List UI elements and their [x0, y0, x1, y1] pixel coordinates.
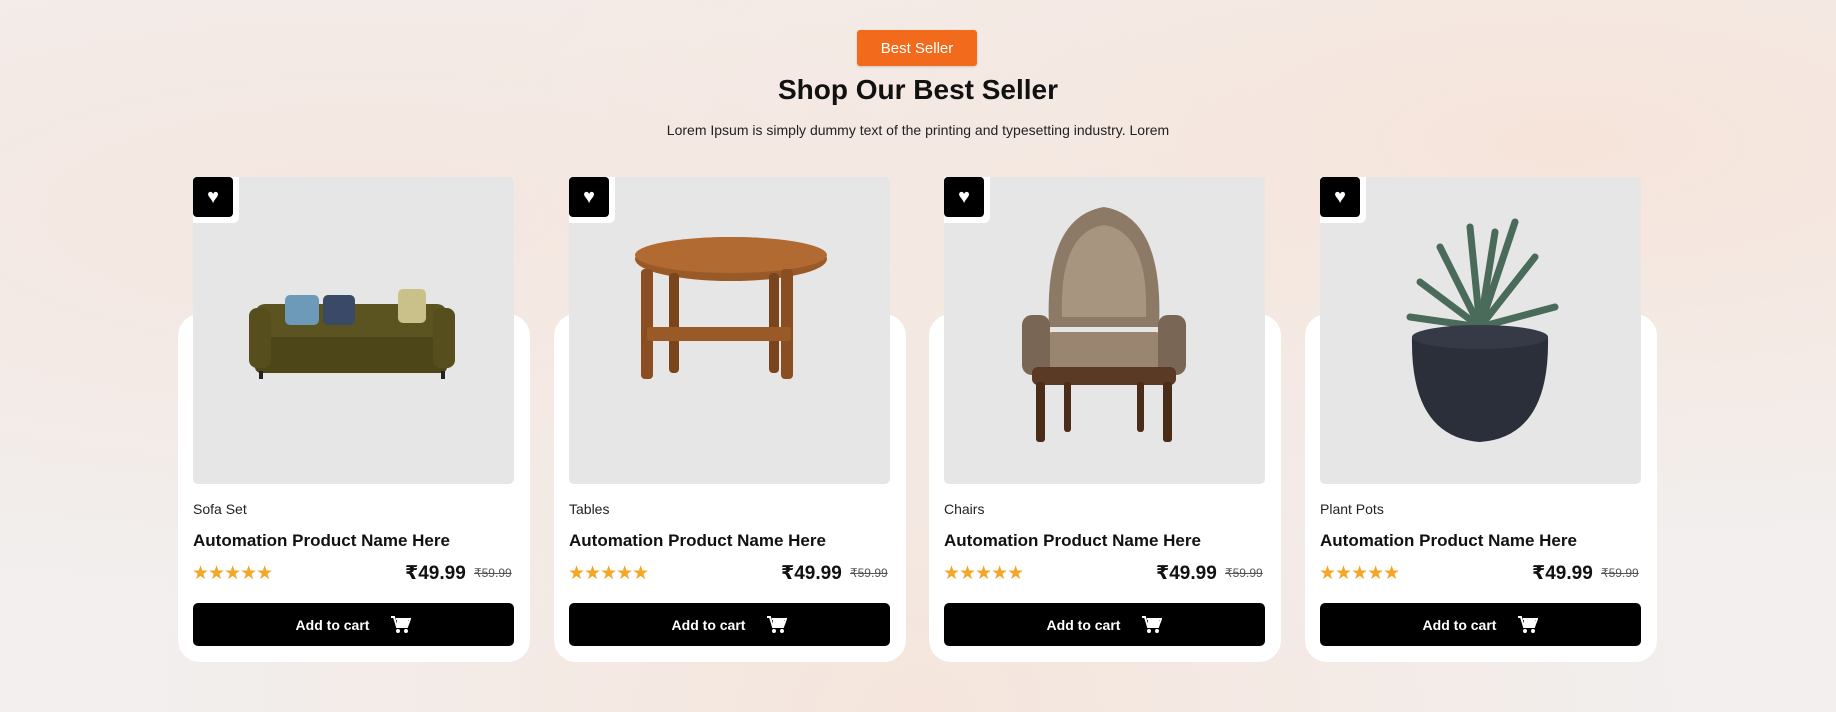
product-old-price: ₹59.99: [1601, 566, 1639, 580]
product-name[interactable]: Automation Product Name Here: [193, 531, 450, 551]
cart-icon: [1142, 615, 1163, 634]
product-image-plant-pot[interactable]: [1320, 177, 1641, 484]
star-rating: ★★★★★: [1319, 563, 1400, 584]
product-price: ₹49.99: [405, 563, 466, 584]
product-name[interactable]: Automation Product Name Here: [569, 531, 826, 551]
product-old-price: ₹59.99: [850, 566, 888, 580]
heart-icon: ♥: [958, 185, 970, 208]
wishlist-heart-button[interactable]: ♥: [1320, 177, 1360, 217]
product-price: ₹49.99: [781, 563, 842, 584]
add-to-cart-button[interactable]: Add to cart: [1320, 603, 1641, 646]
product-old-price: ₹59.99: [474, 566, 512, 580]
add-to-cart-label: Add to cart: [671, 616, 746, 633]
add-to-cart-label: Add to cart: [295, 616, 370, 633]
add-to-cart-label: Add to cart: [1422, 616, 1497, 633]
wishlist-heart-button[interactable]: ♥: [569, 177, 609, 217]
product-name[interactable]: Automation Product Name Here: [1320, 531, 1577, 551]
product-image-chair[interactable]: [944, 177, 1265, 484]
cart-icon: [767, 615, 788, 634]
star-rating: ★★★★★: [943, 563, 1024, 584]
heart-icon: ♥: [583, 185, 595, 208]
wishlist-heart-button[interactable]: ♥: [944, 177, 984, 217]
product-image-sofa[interactable]: [193, 177, 514, 484]
product-category: Chairs: [944, 501, 985, 517]
product-price: ₹49.99: [1532, 563, 1593, 584]
heart-icon: ♥: [207, 185, 219, 208]
best-seller-badge[interactable]: Best Seller: [857, 30, 977, 66]
cart-icon: [391, 615, 412, 634]
product-category: Sofa Set: [193, 501, 247, 517]
product-category: Tables: [569, 501, 610, 517]
add-to-cart-button[interactable]: Add to cart: [569, 603, 890, 646]
product-image-table[interactable]: [569, 177, 890, 484]
product-category: Plant Pots: [1320, 501, 1384, 517]
wishlist-heart-button[interactable]: ♥: [193, 177, 233, 217]
section-subtitle: Lorem Ipsum is simply dummy text of the …: [666, 122, 1170, 138]
star-rating: ★★★★★: [568, 563, 649, 584]
add-to-cart-button[interactable]: Add to cart: [193, 603, 514, 646]
product-price: ₹49.99: [1156, 563, 1217, 584]
product-name[interactable]: Automation Product Name Here: [944, 531, 1201, 551]
add-to-cart-button[interactable]: Add to cart: [944, 603, 1265, 646]
add-to-cart-label: Add to cart: [1046, 616, 1121, 633]
product-old-price: ₹59.99: [1225, 566, 1263, 580]
star-rating: ★★★★★: [192, 563, 273, 584]
heart-icon: ♥: [1334, 185, 1346, 208]
section-title: Shop Our Best Seller: [777, 74, 1059, 105]
cart-icon: [1518, 615, 1539, 634]
